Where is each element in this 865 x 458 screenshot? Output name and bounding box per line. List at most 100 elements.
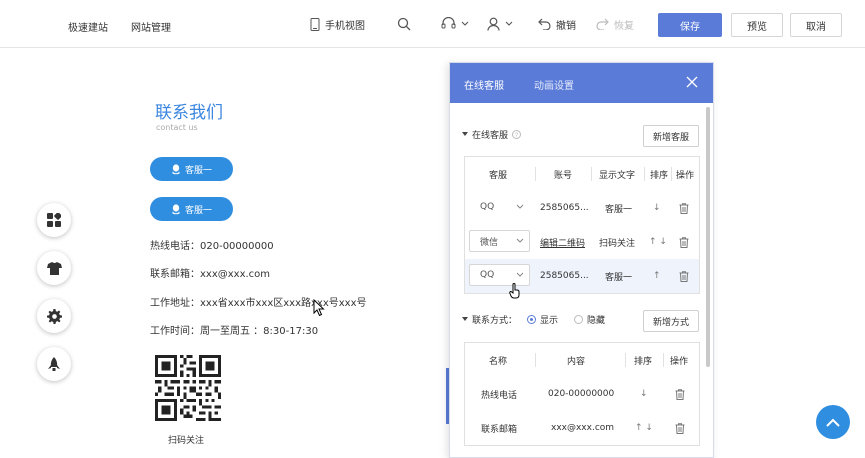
column-header: 客服	[489, 170, 508, 181]
service-group-header[interactable]: 在线客服 ?	[462, 128, 522, 141]
delete-button[interactable]	[679, 191, 689, 225]
sort-arrows[interactable]: ↓	[653, 191, 661, 225]
column-header: 名称	[489, 356, 508, 367]
hours-text: 工作时间：周一至周五 ：8:30-17:30	[150, 326, 319, 337]
redo-button[interactable]: 恢复	[596, 14, 634, 34]
chevron-down-icon	[516, 272, 524, 277]
shirt-icon	[46, 261, 62, 275]
preview-button[interactable]: 预览	[731, 13, 783, 37]
hide-label: 隐藏	[587, 316, 606, 326]
table-row: 联系邮箱 xxx@xxx.com ↑ ↓	[465, 411, 699, 445]
delete-button[interactable]	[679, 225, 689, 259]
add-contact-button[interactable]: 新增方式	[643, 310, 699, 332]
close-icon[interactable]	[685, 75, 699, 89]
service-display-text[interactable]: 客服一	[605, 259, 632, 293]
qq-service-label: 客服一	[184, 205, 212, 216]
contact-group-header: 联系方式： 显示 隐藏	[462, 313, 605, 326]
mobile-view-button[interactable]: 手机视图	[310, 14, 365, 34]
contact-table-header: 名称 内容 排序 操作	[465, 343, 699, 377]
qq-icon	[172, 203, 180, 214]
trash-icon	[675, 388, 685, 400]
sort-arrows[interactable]: ↓	[640, 377, 648, 411]
tab-animation[interactable]: 动画设置	[534, 77, 574, 92]
table-row: 热线电话 020-00000000 ↓	[465, 377, 699, 411]
hide-radio[interactable]	[574, 315, 584, 324]
grid-icon	[47, 213, 61, 227]
add-service-button[interactable]: 新增客服	[643, 125, 699, 147]
service-type-select[interactable]: QQ	[469, 196, 530, 218]
undo-label: 撤销	[556, 20, 576, 32]
components-tool-button[interactable]	[37, 203, 71, 237]
user-menu[interactable]	[487, 14, 513, 34]
settings-tool-button[interactable]	[37, 299, 71, 333]
chevron-down-icon	[461, 21, 469, 26]
sort-arrows[interactable]: ↑ ↓	[635, 411, 653, 445]
chevron-down-icon	[516, 204, 524, 209]
service-type-value: QQ	[480, 202, 495, 212]
search-button[interactable]	[397, 14, 411, 34]
section-subtitle: contact us	[156, 123, 198, 132]
help-icon: ?	[512, 130, 522, 139]
mobile-view-label: 手机视图	[325, 20, 365, 32]
support-menu[interactable]	[441, 14, 469, 34]
qq-icon	[172, 163, 180, 174]
service-display-text[interactable]: 客服一	[605, 191, 632, 225]
delete-button[interactable]	[679, 259, 689, 293]
contact-content[interactable]: xxx@xxx.com	[551, 411, 614, 445]
show-radio[interactable]	[527, 315, 537, 324]
caret-down-icon[interactable]	[462, 317, 468, 322]
section-title: 联系我们	[155, 103, 223, 123]
tab-online-service[interactable]: 在线客服	[464, 77, 504, 106]
table-row: 微信 编辑二维码 扫码关注 ↑ ↓	[465, 225, 699, 259]
contact-table: 名称 内容 排序 操作 热线电话 020-00000000 ↓ 联系邮箱 xxx…	[464, 342, 700, 446]
service-account[interactable]: 2585065...	[540, 191, 589, 225]
undo-icon	[538, 18, 551, 30]
edit-qr-link[interactable]: 编辑二维码	[540, 225, 585, 259]
qq-service-button[interactable]: 客服一	[150, 157, 233, 181]
hand-cursor-icon	[509, 283, 520, 299]
contact-content[interactable]: 020-00000000	[548, 377, 614, 411]
column-header: 排序	[650, 170, 669, 181]
gear-icon	[46, 308, 62, 324]
panel-scrollbar[interactable]	[706, 107, 710, 367]
search-icon	[397, 17, 411, 31]
trash-icon	[679, 236, 689, 248]
service-table: 客服 账号 显示文字 排序 操作 QQ 2585065... 客服一 ↓ 微信 …	[464, 156, 700, 294]
chevron-up-icon	[826, 418, 840, 427]
user-icon	[487, 17, 500, 31]
contact-name[interactable]: 联系邮箱	[481, 411, 517, 445]
table-row: QQ 2585065... 客服一 ↑	[465, 259, 699, 293]
hotline-text: 热线电话：020-00000000	[150, 241, 274, 252]
undo-button[interactable]: 撤销	[538, 14, 576, 34]
theme-tool-button[interactable]	[37, 251, 71, 285]
service-table-header: 客服 账号 显示文字 排序 操作	[465, 157, 699, 191]
redo-label: 恢复	[614, 20, 634, 32]
contact-label: 联系方式：	[472, 316, 518, 326]
qq-service-button[interactable]: 客服一	[150, 197, 233, 221]
cancel-button[interactable]: 取消	[790, 13, 842, 37]
table-row: QQ 2585065... 客服一 ↓	[465, 191, 699, 225]
mouse-cursor-icon	[313, 299, 325, 317]
column-header: 操作	[676, 170, 695, 181]
nav-fast-site[interactable]: 极速建站	[68, 19, 108, 34]
sort-arrows[interactable]: ↑	[653, 259, 661, 293]
caret-down-icon	[462, 132, 468, 136]
nav-site-manage[interactable]: 网站管理	[131, 19, 171, 34]
sort-arrows[interactable]: ↑ ↓	[649, 225, 667, 259]
panel-header: 在线客服 动画设置	[450, 63, 713, 106]
column-header: 显示文字	[599, 170, 636, 181]
save-button[interactable]: 保存	[658, 13, 722, 37]
trash-icon	[675, 422, 685, 434]
service-display-text[interactable]: 扫码关注	[599, 225, 635, 259]
service-settings-panel: 在线客服 动画设置 在线客服 ? 新增客服 客服 账号 显示文字 排序 操作 Q…	[449, 62, 714, 458]
publish-tool-button[interactable]	[37, 347, 71, 381]
delete-button[interactable]	[675, 377, 685, 411]
contact-name[interactable]: 热线电话	[481, 377, 517, 411]
service-type-select[interactable]: 微信	[469, 230, 530, 252]
top-toolbar: 极速建站 网站管理 手机视图 撤销 恢复 保存 预览 取消	[0, 0, 865, 48]
service-group-label: 在线客服	[472, 131, 509, 141]
back-to-top-button[interactable]	[816, 405, 850, 439]
delete-button[interactable]	[675, 411, 685, 445]
service-account[interactable]: 2585065...	[540, 259, 589, 293]
qr-code-image	[155, 355, 221, 421]
